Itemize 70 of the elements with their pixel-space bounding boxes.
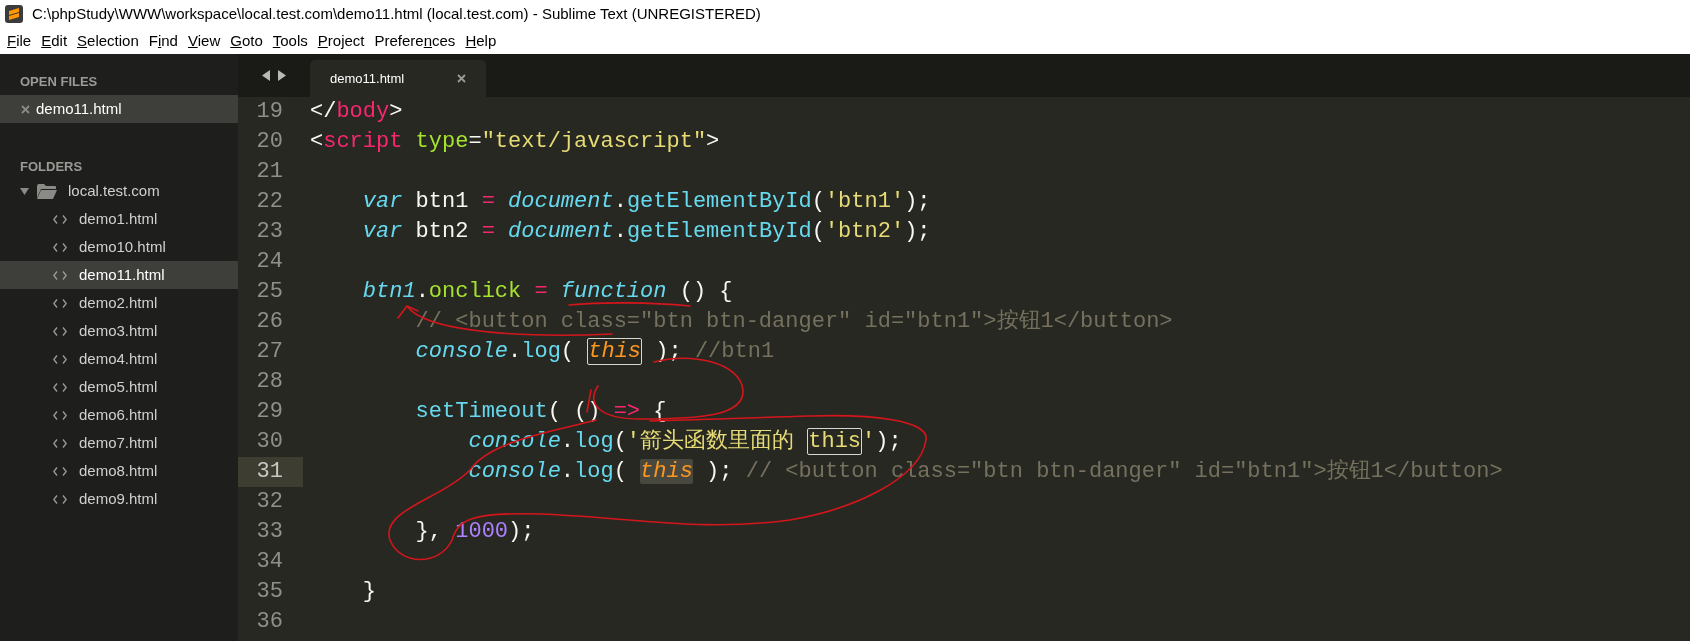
code-file-icon (53, 326, 67, 336)
code-file-icon (53, 438, 67, 448)
code-file-icon (53, 382, 67, 392)
open-file-item[interactable]: demo11.html (0, 95, 238, 123)
menu-item[interactable]: Find (143, 29, 183, 53)
code-line: } (361, 578, 376, 606)
folder-icon (37, 183, 57, 199)
close-icon[interactable] (21, 104, 30, 114)
menu-item[interactable]: Project (312, 29, 370, 53)
sidebar-file[interactable]: demo7.html (0, 429, 238, 457)
file-tab[interactable]: demo11.html (310, 60, 486, 97)
line-number: 20 (255, 128, 284, 156)
sidebar-file[interactable]: demo4.html (0, 345, 238, 373)
sidebar-file[interactable]: demo10.html (0, 233, 238, 261)
code-line: var btn2 = document.getElementById('btn2'); (361, 218, 931, 246)
close-icon[interactable] (457, 74, 466, 83)
section-heading: OPEN FILES (20, 73, 99, 90)
code-file-icon (53, 410, 67, 420)
code-file-icon (53, 270, 67, 280)
line-number: 35 (255, 578, 284, 606)
left-arrow-icon[interactable] (262, 70, 271, 81)
section-heading: FOLDERS (20, 158, 84, 175)
code-line: }, 1000); (414, 518, 535, 546)
disclosure-triangle-icon[interactable] (20, 186, 29, 196)
line-number: 33 (255, 518, 284, 546)
window-title: C:\phpStudy\WWW\workspace\local.test.com\demo11.html (local.test.com) - Sublime Text (UNREGISTERED) (32, 3, 761, 24)
menu-item[interactable]: File (2, 29, 37, 53)
sidebar-file[interactable]: demo2.html (0, 289, 238, 317)
line-number: 21 (255, 158, 284, 186)
menu-item[interactable]: Selection (72, 29, 144, 53)
line-number: 28 (255, 368, 284, 396)
code-line: </body> (310, 98, 403, 126)
code-file-icon (53, 242, 67, 252)
line-number: 34 (255, 548, 284, 576)
code-line: <script type="text/javascript"> (310, 128, 720, 156)
line-number: 29 (255, 398, 284, 426)
menu-item[interactable]: View (182, 29, 226, 53)
code-file-icon (53, 214, 67, 224)
sidebar-file[interactable]: demo5.html (0, 373, 238, 401)
sidebar-file[interactable]: demo9.html (0, 485, 238, 513)
line-number: 24 (255, 248, 284, 276)
line-number: 31 (238, 457, 303, 487)
line-number: 30 (255, 428, 284, 456)
line-number: 22 (255, 188, 284, 216)
app-icon (4, 4, 24, 24)
line-number: 23 (255, 218, 284, 246)
sidebar-file[interactable]: demo11.html (0, 261, 238, 289)
menu-item[interactable]: Goto (225, 29, 268, 53)
menu-item[interactable]: Edit (36, 29, 73, 53)
code-file-icon (53, 466, 67, 476)
line-number: 25 (255, 278, 284, 306)
folder-name[interactable]: local.test.com (68, 179, 160, 203)
sidebar-file[interactable]: demo8.html (0, 457, 238, 485)
menu-item[interactable]: Preferences (369, 29, 461, 53)
sidebar-file[interactable]: demo1.html (0, 205, 238, 233)
line-number: 26 (255, 308, 284, 336)
line-number: 36 (255, 608, 284, 636)
code-file-icon (53, 494, 67, 504)
code-line: var btn1 = document.getElementById('btn1'); (361, 188, 931, 216)
line-number: 19 (255, 98, 284, 126)
menu-item[interactable]: Help (460, 29, 502, 53)
line-number: 32 (255, 488, 284, 516)
code-file-icon (53, 354, 67, 364)
menu-item[interactable]: Tools (267, 29, 313, 53)
line-number: 27 (255, 338, 284, 366)
code-file-icon (53, 298, 67, 308)
code-line: btn1.onclick = function () { (361, 278, 733, 306)
sidebar-file[interactable]: demo3.html (0, 317, 238, 345)
right-arrow-icon[interactable] (277, 70, 286, 81)
sidebar-file[interactable]: demo6.html (0, 401, 238, 429)
